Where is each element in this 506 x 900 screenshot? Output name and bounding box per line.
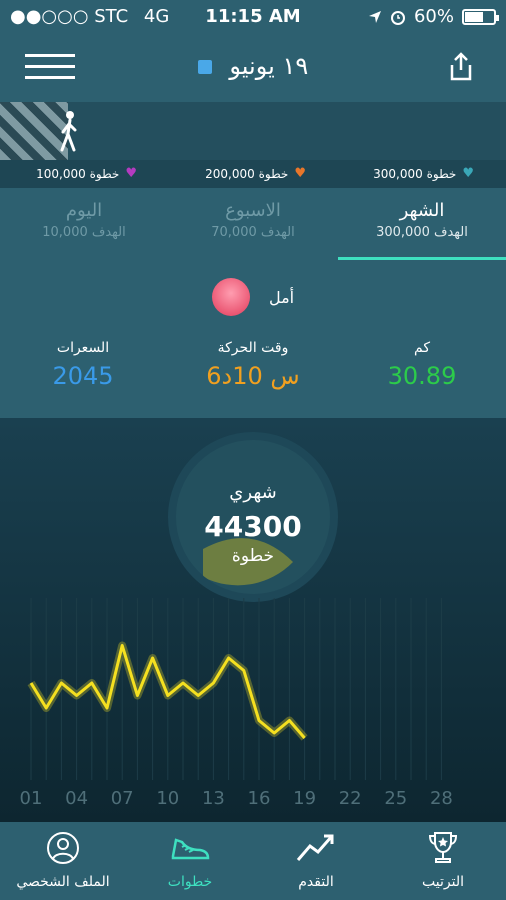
date-label: ١٩ يونيو [229, 52, 309, 80]
tab-label: خطوات [167, 874, 213, 890]
x-tick-label: 25 [384, 788, 407, 809]
stat-value: 30.89 [387, 362, 457, 390]
user-name: أمل [268, 287, 295, 307]
chart-area: شهري 44300 خطوة 01 04 07 10 13 16 19 22 25 28 [0, 418, 506, 822]
x-tick-label: 22 [339, 788, 362, 809]
tab-day[interactable]: اليوم الهدف 10,000 [0, 188, 168, 260]
status-bar: ●●○○○ STC 4G 11:15 AM 60% [0, 0, 506, 34]
tab-progress[interactable]: التقدم [253, 830, 379, 890]
stat-label: السعرات [56, 340, 110, 356]
x-tick-label: 16 [248, 788, 271, 809]
location-icon [368, 10, 381, 23]
x-tick-label: 19 [293, 788, 316, 809]
milestone-label: 100,000 خطوة [36, 166, 120, 181]
x-tick-label: 10 [156, 788, 179, 809]
tab-goal: الهدف 300,000 [376, 225, 468, 240]
date-selector[interactable]: ١٩ يونيو [0, 52, 506, 80]
profile-icon [47, 832, 79, 864]
heart-icon: ♥ [462, 166, 474, 181]
stat-distance: كم 30.89 [352, 340, 492, 390]
x-tick-label: 28 [430, 788, 453, 809]
tab-steps[interactable]: خطوات [127, 830, 253, 890]
tab-month[interactable]: الشهر الهدف 300,000 [338, 188, 506, 260]
x-tick-label: 13 [202, 788, 225, 809]
x-tick-label: 04 [65, 788, 88, 809]
milestone-label: 200,000 خطوة [205, 166, 289, 181]
milestones-row: 300,000 خطوة ♥ 200,000 خطوة ♥ 100,000 خط… [0, 160, 506, 188]
heart-icon: ♥ [125, 166, 137, 181]
stat-value: 2045 [52, 362, 114, 390]
x-tick-label: 07 [111, 788, 134, 809]
app-header: ١٩ يونيو [0, 34, 506, 102]
stat-label: كم [414, 340, 430, 356]
milestone-100k: 100,000 خطوة ♥ [36, 166, 137, 181]
battery-percent: 60% [413, 6, 454, 27]
user-info: أمل [0, 278, 506, 316]
walker-icon [60, 111, 77, 152]
tab-label: الترتيب [422, 874, 464, 890]
tab-ranking[interactable]: الترتيب [380, 830, 506, 890]
tab-label: الملف الشخصي [16, 874, 110, 890]
tab-goal: الهدف 70,000 [211, 225, 295, 240]
status-right: 60% [368, 6, 499, 27]
stat-active-time: وقت الحركة 6س 10د [183, 340, 323, 390]
bottom-tab-bar: الترتيب التقدم خطوات الملف الشخصي [0, 822, 506, 900]
trophy-icon [428, 832, 458, 863]
tab-title: الشهر [399, 200, 445, 221]
milestone-300k: 300,000 خطوة ♥ [373, 166, 474, 181]
avatar[interactable] [211, 278, 250, 316]
milestone-label: 300,000 خطوة [373, 166, 457, 181]
stats-panel: أمل كم 30.89 وقت الحركة 6س 10د السعرات 2… [0, 260, 506, 418]
trend-up-icon [296, 834, 334, 861]
stat-value: 6س 10د [206, 362, 300, 390]
calendar-icon [197, 60, 212, 74]
tab-title: اليوم [65, 200, 103, 221]
sneaker-icon [171, 838, 210, 860]
steps-line-chart: 01 04 07 10 13 16 19 22 25 28 [20, 598, 453, 809]
tab-title: الاسبوع [225, 200, 281, 221]
tab-week[interactable]: الاسبوع الهدف 70,000 [169, 188, 337, 260]
milestone-200k: 200,000 خطوة ♥ [205, 166, 306, 181]
stat-label: وقت الحركة [217, 340, 289, 356]
tab-label: التقدم [298, 874, 334, 890]
goal-progress-bar [0, 102, 506, 160]
x-tick-label: 01 [20, 788, 43, 809]
heart-icon: ♥ [294, 166, 306, 181]
stat-calories: السعرات 2045 [13, 340, 153, 390]
tab-goal: الهدف 10,000 [42, 225, 126, 240]
share-icon[interactable] [448, 52, 474, 82]
period-tabs: الشهر الهدف 300,000 الاسبوع الهدف 70,000… [0, 188, 506, 260]
alarm-icon [390, 10, 405, 25]
battery-icon [462, 8, 499, 25]
tab-profile[interactable]: الملف الشخصي [0, 830, 126, 890]
